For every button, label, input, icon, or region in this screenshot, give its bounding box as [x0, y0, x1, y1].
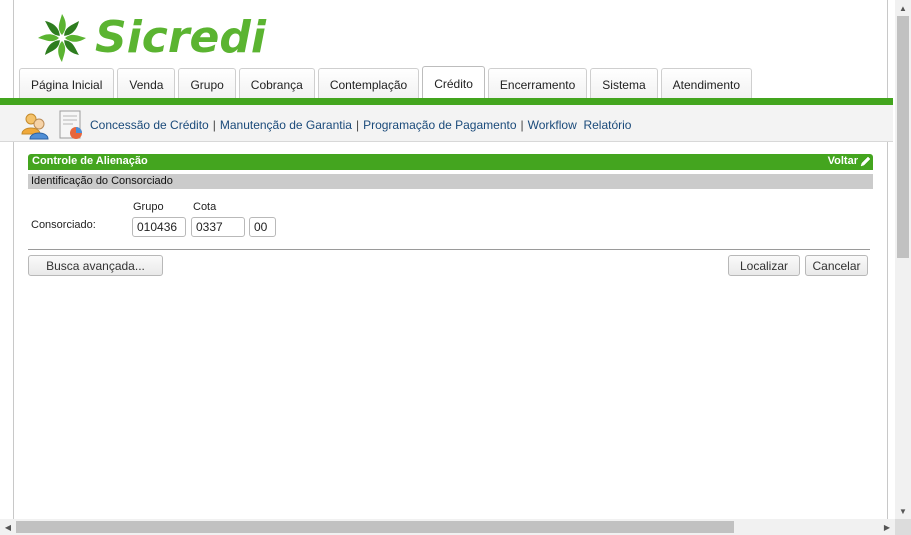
pencil-icon [860, 156, 871, 166]
back-button[interactable]: Voltar [828, 155, 871, 167]
scroll-up-arrow-icon[interactable]: ▲ [895, 0, 911, 16]
tab-credito[interactable]: Crédito [422, 66, 485, 100]
section-title: Controle de Alienação [32, 155, 148, 167]
form-divider [28, 249, 870, 250]
subnav-separator: | [520, 118, 524, 132]
vertical-scrollbar[interactable]: ▲ ▼ [895, 0, 911, 519]
scroll-left-arrow-icon[interactable]: ◀ [0, 519, 16, 535]
tab-contemplacao[interactable]: Contemplação [317, 68, 420, 100]
browser-viewport: Sicredi Página Inicial Venda Grupo Cobra… [0, 0, 895, 519]
main-tabs: Página Inicial Venda Grupo Cobrança Cont… [19, 66, 755, 100]
vertical-scroll-thumb[interactable] [897, 16, 909, 258]
cota-label: Cota [193, 201, 217, 213]
consorciado-label: Consorciado: [31, 219, 96, 231]
link-manutencao-garantia[interactable]: Manutenção de Garantia [220, 118, 352, 132]
scroll-down-arrow-icon[interactable]: ▼ [895, 503, 911, 519]
sicredi-logo: Sicredi [37, 12, 266, 64]
subnav-separator: | [355, 118, 360, 132]
horizontal-scrollbar[interactable]: ◀ ▶ [0, 519, 895, 535]
horizontal-scroll-thumb[interactable] [16, 521, 734, 533]
back-label: Voltar [827, 155, 858, 167]
digito-input[interactable] [249, 217, 276, 237]
link-workflow[interactable]: Workflow [528, 118, 577, 132]
link-concessao-credito[interactable]: Concessão de Crédito [90, 118, 209, 132]
link-relatorio[interactable]: Relatório [583, 118, 631, 132]
link-programacao-pagamento[interactable]: Programação de Pagamento [363, 118, 516, 132]
document-icon [59, 110, 82, 139]
subsection-title: Identificação do Consorciado [31, 175, 173, 187]
tab-pagina-inicial[interactable]: Página Inicial [19, 68, 115, 100]
cota-input[interactable] [191, 217, 245, 237]
subnav-separator: | [212, 118, 216, 132]
sicredi-logo-icon [38, 14, 86, 62]
users-icon [21, 113, 49, 140]
section-header: Controle de Alienação Voltar [28, 154, 873, 170]
tab-grupo[interactable]: Grupo [178, 68, 236, 100]
scrollbar-corner [895, 519, 911, 535]
subnav-links: Concessão de Crédito | Manutenção de Garan… [90, 118, 631, 132]
scroll-right-arrow-icon[interactable]: ▶ [879, 519, 895, 535]
brand-name: Sicredi [95, 12, 266, 63]
tab-encerramento[interactable]: Encerramento [487, 68, 588, 100]
advanced-search-button[interactable]: Busca avançada... [28, 255, 163, 276]
grupo-input[interactable] [132, 217, 186, 237]
tab-sistema[interactable]: Sistema [590, 68, 658, 100]
cancel-button[interactable]: Cancelar [805, 255, 868, 276]
subsection-header: Identificação do Consorciado [28, 174, 873, 189]
tab-atendimento[interactable]: Atendimento [660, 68, 753, 100]
locate-button[interactable]: Localizar [728, 255, 800, 276]
tab-venda[interactable]: Venda [117, 68, 176, 100]
grupo-label: Grupo [133, 201, 164, 213]
tab-bar-underline [0, 98, 893, 105]
sub-navigation: Concessão de Crédito | Manutenção de Garan… [0, 105, 893, 142]
tab-cobranca[interactable]: Cobrança [238, 68, 315, 100]
